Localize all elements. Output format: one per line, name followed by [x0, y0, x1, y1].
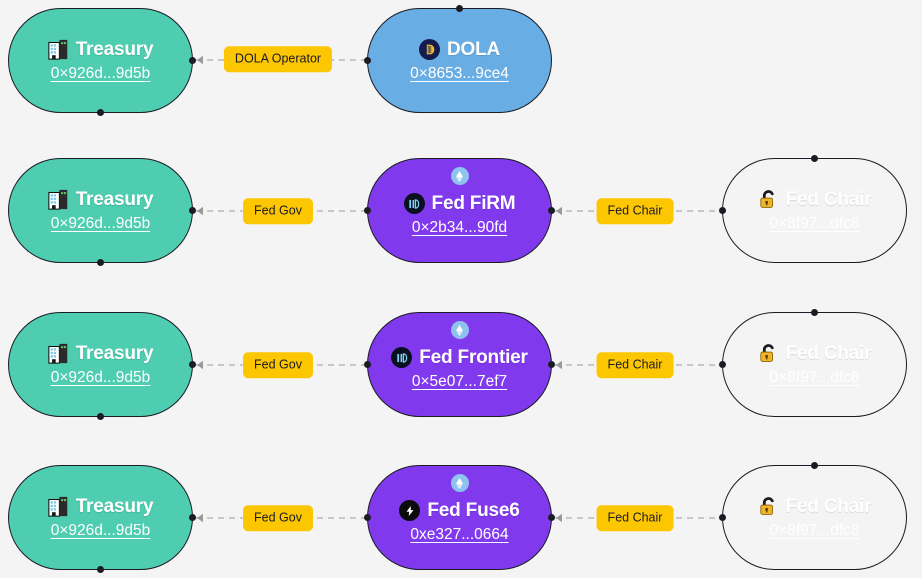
node-title-text: Fed Chair	[786, 497, 872, 516]
inverse-finance-icon	[404, 193, 425, 214]
node-title: Treasury	[48, 189, 154, 210]
ethereum-badge-icon	[451, 167, 469, 185]
node-title-text: Treasury	[76, 344, 154, 363]
lock-icon	[758, 343, 779, 364]
node-address-link[interactable]: 0×926d...9d5b	[51, 523, 151, 539]
node-title: Fed Chair	[758, 496, 872, 517]
edge-label-e4[interactable]: Fed Gov	[243, 352, 313, 378]
edge-arrowhead	[197, 361, 203, 369]
node-handle-left[interactable]	[364, 207, 371, 214]
node-handle-left[interactable]	[719, 514, 726, 521]
graph-node-fed-firm[interactable]: Fed FiRM 0×2b34...90fd	[367, 158, 552, 263]
node-handle-bottom[interactable]	[97, 413, 104, 420]
node-title: Fed Fuse6	[399, 500, 519, 521]
node-address-link[interactable]: 0×926d...9d5b	[51, 370, 151, 386]
node-title: Fed Frontier	[391, 347, 527, 368]
node-handle-bottom[interactable]	[97, 109, 104, 116]
edge-arrowhead	[197, 207, 203, 215]
graph-node-fed-chair-3[interactable]: Fed Chair 0×8f97...dfc8	[722, 465, 907, 570]
graph-node-fed-chair-1[interactable]: Fed Chair 0×8f97...dfc8	[722, 158, 907, 263]
node-address-link[interactable]: 0×8f97...dfc8	[769, 523, 859, 539]
node-title: Treasury	[48, 39, 154, 60]
node-handle-left[interactable]	[719, 361, 726, 368]
node-title-text: Fed Fuse6	[427, 501, 519, 520]
edge-label-e5[interactable]: Fed Chair	[597, 352, 674, 378]
node-handle-left[interactable]	[364, 514, 371, 521]
node-title-text: Treasury	[76, 497, 154, 516]
dola-token-icon	[419, 39, 440, 60]
node-title: Treasury	[48, 343, 154, 364]
graph-node-treasury-1[interactable]: Treasury 0×926d...9d5b	[8, 8, 193, 113]
node-title: Fed FiRM	[404, 193, 516, 214]
edge-arrowhead	[556, 207, 562, 215]
edge-arrowhead	[197, 56, 203, 64]
edge-label-e1[interactable]: DOLA Operator	[224, 46, 332, 72]
building-icon	[48, 39, 69, 60]
edge-arrowhead	[556, 514, 562, 522]
graph-node-treasury-2[interactable]: Treasury 0×926d...9d5b	[8, 158, 193, 263]
building-icon	[48, 496, 69, 517]
node-title-text: DOLA	[447, 40, 500, 59]
lock-icon	[758, 189, 779, 210]
node-title: DOLA	[419, 39, 500, 60]
node-handle-right[interactable]	[189, 361, 196, 368]
node-title-text: Treasury	[76, 190, 154, 209]
edge-label-e2[interactable]: Fed Gov	[243, 198, 313, 224]
edge-label-e7[interactable]: Fed Chair	[597, 505, 674, 531]
node-address-link[interactable]: 0×926d...9d5b	[51, 216, 151, 232]
node-title-text: Treasury	[76, 40, 154, 59]
node-handle-right[interactable]	[189, 207, 196, 214]
node-handle-right[interactable]	[548, 207, 555, 214]
node-handle-bottom[interactable]	[97, 566, 104, 573]
node-address-link[interactable]: 0×8f97...dfc8	[769, 370, 859, 386]
node-address-link[interactable]: 0×8f97...dfc8	[769, 216, 859, 232]
building-icon	[48, 343, 69, 364]
graph-node-fed-fuse6[interactable]: Fed Fuse6 0xe327...0664	[367, 465, 552, 570]
node-address-link[interactable]: 0×5e07...7ef7	[412, 374, 507, 390]
node-handle-right[interactable]	[189, 57, 196, 64]
node-handle-right[interactable]	[189, 514, 196, 521]
node-handle-top[interactable]	[811, 309, 818, 316]
node-handle-left[interactable]	[364, 361, 371, 368]
node-handle-left[interactable]	[719, 207, 726, 214]
fuse-bolt-icon	[399, 500, 420, 521]
node-handle-top[interactable]	[811, 155, 818, 162]
edge-arrowhead	[197, 514, 203, 522]
edge-arrowhead	[556, 361, 562, 369]
graph-node-fed-chair-2[interactable]: Fed Chair 0×8f97...dfc8	[722, 312, 907, 417]
graph-node-treasury-3[interactable]: Treasury 0×926d...9d5b	[8, 312, 193, 417]
node-handle-left[interactable]	[364, 57, 371, 64]
node-title: Treasury	[48, 496, 154, 517]
node-handle-top[interactable]	[811, 462, 818, 469]
lock-icon	[758, 496, 779, 517]
node-handle-bottom[interactable]	[97, 259, 104, 266]
inverse-finance-icon	[391, 347, 412, 368]
graph-node-dola[interactable]: DOLA 0×8653...9ce4	[367, 8, 552, 113]
node-handle-right[interactable]	[548, 361, 555, 368]
node-address-link[interactable]: 0xe327...0664	[410, 527, 508, 543]
node-address-link[interactable]: 0×8653...9ce4	[410, 66, 509, 82]
node-handle-top[interactable]	[456, 5, 463, 12]
building-icon	[48, 189, 69, 210]
ethereum-badge-icon	[451, 474, 469, 492]
node-title-text: Fed Chair	[786, 344, 872, 363]
edge-label-e6[interactable]: Fed Gov	[243, 505, 313, 531]
node-title: Fed Chair	[758, 189, 872, 210]
node-address-link[interactable]: 0×2b34...90fd	[412, 220, 507, 236]
node-title-text: Fed FiRM	[432, 194, 516, 213]
node-title-text: Fed Chair	[786, 190, 872, 209]
node-handle-right[interactable]	[548, 514, 555, 521]
ethereum-badge-icon	[451, 321, 469, 339]
graph-node-treasury-4[interactable]: Treasury 0×926d...9d5b	[8, 465, 193, 570]
edge-label-e3[interactable]: Fed Chair	[597, 198, 674, 224]
graph-node-fed-frontier[interactable]: Fed Frontier 0×5e07...7ef7	[367, 312, 552, 417]
node-title: Fed Chair	[758, 343, 872, 364]
node-title-text: Fed Frontier	[419, 348, 527, 367]
graph-canvas[interactable]: Treasury 0×926d...9d5b DOLA 0×8653...9ce4 Tr…	[0, 0, 922, 578]
node-address-link[interactable]: 0×926d...9d5b	[51, 66, 151, 82]
